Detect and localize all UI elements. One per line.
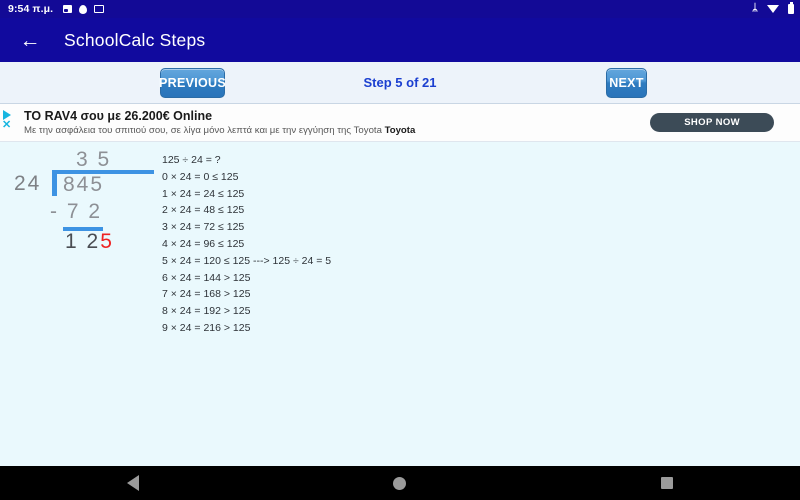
division-brought-down-digit: 5 — [100, 230, 114, 253]
step-navigation-bar: PREVIOUS Step 5 of 21 NEXT — [0, 62, 800, 104]
battery-icon — [788, 2, 794, 14]
back-arrow-icon[interactable]: ← — [16, 26, 44, 54]
step-counter-label: Step 5 of 21 — [363, 75, 437, 90]
list-item: 9 × 24 = 216 > 125 — [162, 321, 251, 334]
ad-subtext-body: Με την ασφάλεια του σπιτιού σου, σε λίγα… — [24, 124, 382, 136]
page-title: SchoolCalc Steps — [64, 29, 206, 50]
division-divisor: 24 — [14, 172, 42, 195]
ad-banner[interactable]: ✕ TO RAV4 σου με 26.200€ Online Με την α… — [0, 104, 800, 142]
wifi-icon — [767, 5, 779, 13]
app-bar: ← SchoolCalc Steps — [0, 18, 800, 62]
nav-recents-icon[interactable] — [660, 477, 673, 489]
status-bar-clock: 9:54 π.μ. — [8, 3, 54, 15]
list-item: 5 × 24 = 120 ≤ 125 ---> 125 ÷ 24 = 5 — [162, 254, 332, 267]
status-bar-system-icons: ᛦ — [752, 2, 794, 14]
division-subtrahend: - 7 2 — [50, 200, 103, 223]
status-bar-notification-icons — [63, 4, 105, 14]
list-item: 6 × 24 = 144 > 125 — [162, 271, 251, 284]
list-item: 0 × 24 = 0 ≤ 125 — [162, 170, 239, 183]
ad-badges: ✕ — [2, 110, 11, 131]
location-pin-icon — [79, 4, 88, 14]
list-item: 4 × 24 = 96 ≤ 125 — [162, 237, 245, 250]
division-quotient: 3 5 — [76, 148, 112, 171]
app-root: 9:54 π.μ. ᛦ ← SchoolCalc Steps PREVIOUS … — [0, 0, 800, 500]
list-item: 8 × 24 = 192 > 125 — [162, 305, 251, 318]
ad-subtext: Με την ασφάλεια του σπιτιού σου, σε λίγα… — [24, 124, 415, 137]
shop-now-button[interactable]: SHOP NOW — [650, 113, 774, 132]
bluetooth-icon: ᛦ — [752, 3, 758, 14]
nav-home-icon[interactable] — [393, 476, 407, 490]
list-item: 2 × 24 = 48 ≤ 125 — [162, 204, 245, 217]
division-remainder-value: 1 2 — [65, 230, 101, 253]
division-dividend: 845 — [63, 173, 105, 196]
list-item: 7 × 24 = 168 > 125 — [162, 288, 251, 301]
next-button[interactable]: NEXT — [606, 68, 647, 98]
ad-text-block: TO RAV4 σου με 26.200€ Online Με την ασφ… — [24, 109, 415, 137]
division-remainder: 1 25 — [65, 230, 114, 254]
list-item: 125 ÷ 24 = ? — [162, 154, 221, 166]
status-bar: 9:54 π.μ. ᛦ — [0, 0, 800, 18]
ad-headline: TO RAV4 σου με 26.200€ Online — [24, 108, 213, 123]
list-item: 1 × 24 = 24 ≤ 125 — [162, 187, 245, 200]
window-icon — [94, 5, 105, 13]
list-item: 3 × 24 = 72 ≤ 125 — [162, 221, 245, 234]
main-content: 3 5 24 845 - 7 2 1 25 125 ÷ 24 = ? 0 × 2… — [0, 142, 800, 484]
ad-advertiser: Toyota — [384, 124, 416, 136]
nav-back-icon[interactable] — [127, 475, 140, 491]
steps-explanation-list: 125 ÷ 24 = ? 0 × 24 = 0 ≤ 125 1 × 24 = 2… — [162, 152, 331, 337]
image-icon — [63, 5, 73, 13]
close-icon[interactable]: ✕ — [2, 120, 11, 131]
system-navigation-bar — [0, 466, 800, 500]
